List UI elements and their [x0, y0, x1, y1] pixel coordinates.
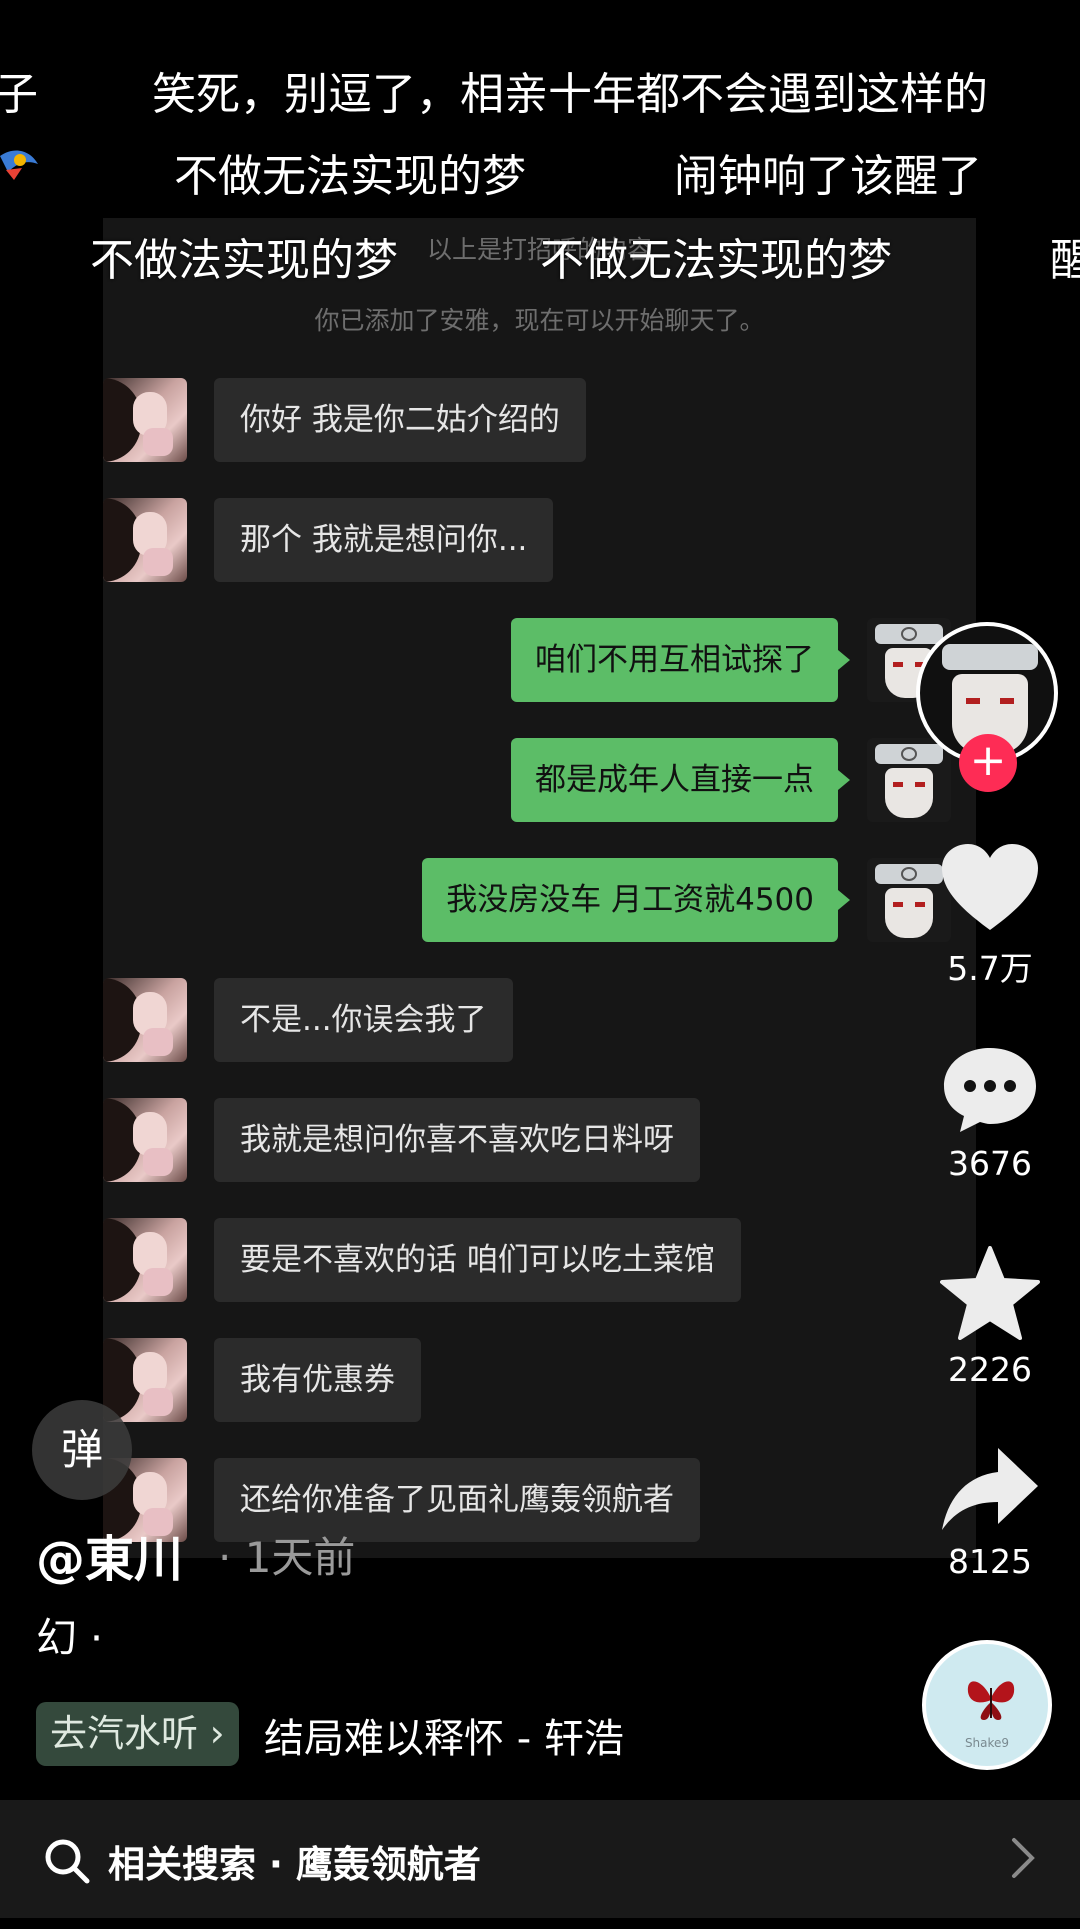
chat-message: 不是...你误会我了 [103, 978, 803, 1062]
her-avatar [103, 1218, 187, 1302]
danmaku-toggle-button[interactable]: 弹 [32, 1400, 132, 1500]
message-bubble: 我就是想问你喜不喜欢吃日料呀 [214, 1098, 700, 1182]
related-search-label: 相关搜索 · 鹰轰领航者 [108, 1843, 481, 1886]
share-count: 8125 [948, 1542, 1032, 1581]
system-note-added: 你已添加了安雅，现在可以开始聊天了。 [314, 306, 765, 335]
author-name[interactable]: @東川 [36, 1520, 183, 1591]
message-bubble: 都是成年人直接一点 [511, 738, 850, 822]
chat-message: 都是成年人直接一点 [103, 738, 976, 822]
like-button[interactable]: 5.7万 [930, 842, 1050, 990]
danmaku-comment: 子 [0, 69, 38, 120]
danmaku-comment: 不做无法实现的梦 [540, 235, 892, 286]
chat-message: 那个 我就是想问你... [103, 498, 803, 582]
chat-message: 你好 我是你二姑介绍的 [103, 378, 803, 462]
star-icon [940, 1246, 1040, 1340]
message-bubble: 要是不喜欢的话 咱们可以吃土菜馆 [214, 1218, 741, 1302]
chat-message: 要是不喜欢的话 咱们可以吃土菜馆 [103, 1218, 803, 1302]
message-bubble: 我有优惠券 [214, 1338, 421, 1422]
post-description: 幻 · [36, 1614, 104, 1662]
like-count: 5.7万 [947, 949, 1033, 988]
chat-screenshot: 以上是打招呼的内容 你已添加了安雅，现在可以开始聊天了。 你好 我是你二姑介绍的… [103, 218, 976, 1558]
message-bubble: 你好 我是你二姑介绍的 [214, 378, 586, 462]
follow-button[interactable]: + [959, 734, 1017, 792]
chat-message: 我就是想问你喜不喜欢吃日料呀 [103, 1098, 803, 1182]
favorite-button[interactable]: 2226 [930, 1246, 1050, 1389]
message-bubble: 那个 我就是想问你... [214, 498, 554, 582]
chat-message: 咱们不用互相试探了 [103, 618, 976, 702]
comment-count: 3676 [948, 1144, 1032, 1183]
my-avatar [867, 738, 951, 822]
her-avatar [103, 1338, 187, 1422]
danmaku-comment: 笑死，别逗了，相亲十年都不会遇到这样的 [152, 69, 988, 120]
message-bubble: 我没房没车 月工资就4500 [422, 858, 850, 942]
listen-on-qishui-button[interactable]: 去汽水听 › [36, 1702, 239, 1766]
chat-message: 还给你准备了见面礼鹰轰领航者 [103, 1458, 803, 1542]
danmaku-comment: 醒 [1050, 235, 1080, 286]
her-avatar [103, 498, 187, 582]
chat-message: 我没房没车 月工资就4500 [103, 858, 976, 942]
favorite-count: 2226 [948, 1350, 1032, 1389]
search-icon [45, 1839, 90, 1884]
share-icon [942, 1448, 1038, 1530]
heart-icon [942, 844, 1038, 930]
share-button[interactable]: 8125 [930, 1446, 1050, 1581]
her-avatar [103, 1098, 187, 1182]
danmaku-comment: 不做法实现的梦 [90, 235, 398, 286]
message-bubble: 咱们不用互相试探了 [511, 618, 850, 702]
comment-button[interactable]: 3676 [930, 1044, 1050, 1183]
danmaku-comment: 闹钟响了该醒了 [674, 151, 982, 202]
related-search-bar[interactable]: 相关搜索 · 鹰轰领航者 [0, 1800, 1080, 1918]
danmaku-comment: 不做无法实现的梦 [174, 151, 526, 202]
disc-label: Shake9 [964, 1736, 1010, 1750]
music-disc[interactable]: Shake9 [922, 1640, 1052, 1770]
post-time: · 1天前 [218, 1533, 356, 1582]
her-avatar [103, 378, 187, 462]
chevron-right-icon [1012, 1838, 1035, 1878]
her-avatar [103, 978, 187, 1062]
butterfly-icon [967, 1681, 1015, 1720]
comment-icon [944, 1048, 1036, 1132]
danmaku-emoji-icon [0, 142, 40, 186]
chat-message: 我有优惠券 [103, 1338, 803, 1422]
music-title[interactable]: 结局难以释怀 - 轩浩 [264, 1706, 624, 1764]
message-bubble: 不是...你误会我了 [214, 978, 513, 1062]
